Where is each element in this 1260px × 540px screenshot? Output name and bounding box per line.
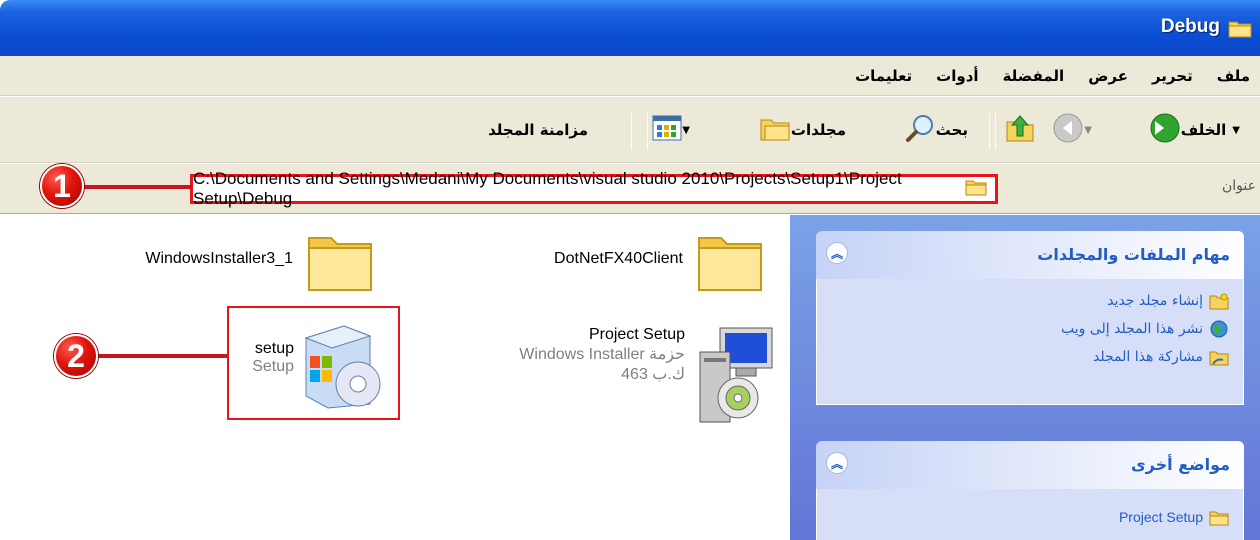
place-project-setup[interactable]: Project Setup bbox=[831, 503, 1229, 531]
folder-icon bbox=[1209, 507, 1229, 527]
folders-button[interactable]: مجلدات bbox=[759, 97, 850, 163]
toolbar-separator bbox=[647, 113, 648, 149]
installer-package-icon bbox=[690, 322, 780, 430]
menu-bar: ملف تحرير عرض المفضلة أدوات تعليمات bbox=[0, 56, 1260, 96]
forward-dropdown-icon[interactable]: ▼ bbox=[1084, 125, 1092, 136]
views-icon bbox=[652, 115, 682, 145]
file-type: Setup bbox=[252, 358, 294, 375]
back-label: الخلف bbox=[1180, 121, 1227, 139]
callout-2-line bbox=[80, 354, 227, 358]
file-tasks-header[interactable]: مهام الملفات والمجلدات ︽ bbox=[816, 231, 1244, 279]
menu-favorites[interactable]: المفضلة bbox=[1003, 67, 1065, 85]
folder-icon bbox=[1228, 18, 1252, 42]
forward-button[interactable]: ▼ bbox=[1052, 97, 1100, 163]
setup-icon bbox=[298, 316, 390, 416]
file-item[interactable]: WindowsInstaller3_1 bbox=[110, 228, 385, 300]
task-publish-web-label: نشر هذا المجلد إلى ويب bbox=[1060, 321, 1203, 337]
task-pane: مهام الملفات والمجلدات ︽ إنشاء مجلد جديد… bbox=[790, 215, 1260, 540]
task-share-folder-label: مشاركة هذا المجلد bbox=[1093, 349, 1203, 365]
task-share-folder[interactable]: مشاركة هذا المجلد bbox=[831, 343, 1229, 371]
file-item[interactable]: Project Setup Windows Installer حزمة ك.ب… bbox=[470, 320, 790, 430]
window-title: Debug bbox=[1160, 16, 1220, 37]
file-details: setup Setup bbox=[252, 340, 294, 376]
file-item[interactable]: DotNetFX40Client bbox=[530, 228, 775, 300]
file-tasks-body: إنشاء مجلد جديد نشر هذا المجلد إلى ويب م… bbox=[816, 279, 1244, 405]
up-folder-button[interactable] bbox=[1004, 97, 1036, 163]
address-bar: عنوان C:\Documents and Settings\Medani\M… bbox=[0, 164, 1260, 214]
sync-folder-label: مزامنة المجلد bbox=[488, 121, 588, 139]
place-project-setup-label: Project Setup bbox=[1118, 509, 1203, 525]
menu-edit[interactable]: تحرير bbox=[1152, 67, 1193, 85]
back-arrow-icon bbox=[1149, 112, 1181, 148]
folders-icon bbox=[759, 114, 791, 146]
shared-folder-icon bbox=[1209, 347, 1229, 367]
search-icon bbox=[904, 112, 936, 148]
toolbar: الخلف ▼ ▼ بحث مجلدات ▼ مزامنة المجلد bbox=[0, 97, 1260, 163]
menu-tools[interactable]: أدوات bbox=[936, 67, 978, 85]
address-path: C:\Documents and Settings\Medani\My Docu… bbox=[193, 169, 902, 208]
new-folder-icon bbox=[1209, 291, 1229, 311]
file-details: Project Setup Windows Installer حزمة ك.ب… bbox=[519, 326, 685, 384]
folder-icon bbox=[305, 228, 375, 298]
views-button[interactable]: ▼ bbox=[652, 97, 694, 163]
other-places-title: مواضع أخرى bbox=[1130, 455, 1230, 474]
file-name: DotNetFX40Client bbox=[554, 250, 683, 267]
views-dropdown-icon[interactable]: ▼ bbox=[682, 125, 690, 136]
search-label: بحث bbox=[935, 121, 968, 139]
back-dropdown-icon[interactable]: ▼ bbox=[1232, 125, 1240, 136]
collapse-icon[interactable]: ︽ bbox=[826, 452, 848, 474]
forward-arrow-icon bbox=[1052, 112, 1084, 148]
back-button[interactable]: الخلف ▼ bbox=[1149, 97, 1250, 163]
file-size: ك.ب 463 bbox=[621, 366, 685, 383]
other-places-body: Project Setup bbox=[816, 489, 1244, 540]
toolbar-separator bbox=[995, 113, 996, 149]
callout-1-badge: 1 bbox=[40, 164, 84, 208]
task-new-folder-label: إنشاء مجلد جديد bbox=[1107, 293, 1203, 309]
file-name: WindowsInstaller3_1 bbox=[145, 250, 293, 267]
address-input[interactable]: C:\Documents and Settings\Medani\My Docu… bbox=[190, 169, 998, 208]
toolbar-separator bbox=[631, 113, 632, 149]
callout-1-line bbox=[80, 185, 192, 189]
file-name: setup bbox=[254, 340, 294, 357]
file-tasks-panel: مهام الملفات والمجلدات ︽ إنشاء مجلد جديد… bbox=[816, 231, 1244, 405]
globe-icon bbox=[1209, 319, 1229, 339]
other-places-header[interactable]: مواضع أخرى ︽ bbox=[816, 441, 1244, 489]
menu-view[interactable]: عرض bbox=[1088, 67, 1128, 85]
title-bar[interactable]: Debug bbox=[0, 0, 1260, 56]
folder-icon bbox=[965, 178, 987, 200]
toolbar-separator bbox=[989, 113, 990, 149]
menu-help[interactable]: تعليمات bbox=[855, 67, 912, 85]
task-publish-web[interactable]: نشر هذا المجلد إلى ويب bbox=[831, 315, 1229, 343]
file-name: Project Setup bbox=[588, 326, 685, 343]
folders-label: مجلدات bbox=[790, 121, 846, 139]
callout-2-badge: 2 bbox=[54, 334, 98, 378]
file-tasks-title: مهام الملفات والمجلدات bbox=[1037, 245, 1230, 264]
file-item[interactable]: setup Setup bbox=[230, 310, 398, 418]
sync-folder-button[interactable]: مزامنة المجلد bbox=[488, 97, 588, 163]
up-folder-icon bbox=[1004, 112, 1036, 148]
file-type: Windows Installer حزمة bbox=[519, 346, 685, 363]
folder-icon bbox=[695, 228, 765, 298]
address-label: عنوان bbox=[1222, 178, 1256, 194]
task-new-folder[interactable]: إنشاء مجلد جديد bbox=[831, 287, 1229, 315]
collapse-icon[interactable]: ︽ bbox=[826, 242, 848, 264]
menu-file[interactable]: ملف bbox=[1217, 67, 1250, 85]
search-button[interactable]: بحث bbox=[904, 97, 972, 163]
other-places-panel: مواضع أخرى ︽ Project Setup bbox=[816, 441, 1244, 540]
